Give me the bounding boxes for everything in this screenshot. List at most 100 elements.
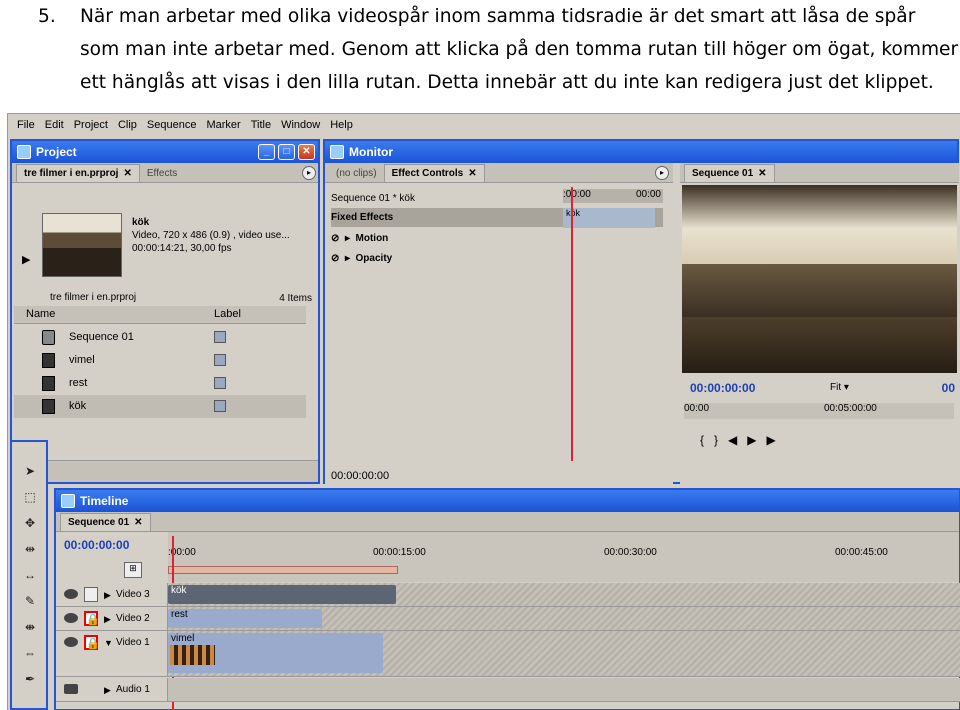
tab-close-icon[interactable]: ✕	[758, 168, 766, 179]
play-icon: ▶	[747, 433, 767, 447]
track-select-tool-icon[interactable]: ⬚	[19, 488, 41, 506]
clip-info: kök Video, 720 x 486 (0.9) , video use..…	[132, 217, 290, 254]
tab-sequence-01[interactable]: Sequence 01 ✕	[684, 164, 775, 182]
panel-menu-icon[interactable]: ▸	[655, 166, 669, 180]
premiere-screenshot: File Edit Project Clip Sequence Marker T…	[7, 113, 960, 710]
snap-icon[interactable]: ⊞	[124, 562, 142, 578]
rate-stretch-tool-icon[interactable]: ↔	[19, 566, 41, 584]
timeline-window-icon	[61, 494, 75, 508]
razor-tool-icon[interactable]: ✎	[19, 592, 41, 610]
lock-icon[interactable]: 🔒	[84, 635, 100, 650]
menu-marker[interactable]: Marker	[201, 119, 245, 131]
play-thumb-icon[interactable]: ▶	[22, 253, 30, 266]
menu-title[interactable]: Title	[246, 119, 276, 131]
toggle-effect-icon: ⊘	[331, 233, 340, 244]
ripple-edit-tool-icon[interactable]: ✥	[19, 514, 41, 532]
menu-project[interactable]: Project	[69, 119, 113, 131]
tools-palette: ➤ ⬚ ✥ ⇹ ↔ ✎ ⇼ ⇔ ✒	[10, 440, 48, 710]
slip-tool-icon[interactable]: ⇼	[19, 618, 41, 636]
pen-tool-icon[interactable]: ✒	[19, 670, 41, 688]
timeline-titlebar: Timeline	[56, 490, 959, 512]
menu-clip[interactable]: Clip	[113, 119, 142, 131]
list-header: Name Label	[14, 306, 306, 324]
tab-timeline-sequence[interactable]: Sequence 01 ✕	[60, 513, 151, 531]
project-window-icon	[17, 145, 31, 159]
tab-close-icon[interactable]: ✕	[134, 517, 142, 528]
clip-vimel[interactable]: vimel	[168, 633, 383, 673]
panel-menu-icon[interactable]: ▸	[302, 166, 316, 180]
program-monitor-panel: Sequence 01 ✕ 00:00:00:00 Fit ▾ 00 00:00 0…	[680, 163, 959, 484]
close-icon[interactable]: ✕	[298, 144, 315, 160]
expand-triangle-icon[interactable]: ▶	[104, 685, 111, 696]
menu-help[interactable]: Help	[325, 119, 358, 131]
eye-icon[interactable]	[64, 589, 78, 599]
ec-time-ruler: :00:00 00:00	[563, 189, 663, 203]
menu-sequence[interactable]: Sequence	[142, 119, 202, 131]
ec-timecode[interactable]: 00:00:00:00	[331, 470, 389, 482]
program-timecode[interactable]: 00:00:00:00	[690, 381, 755, 395]
track-video-3: ▶ Video 3 kök	[56, 583, 960, 607]
label-swatch	[214, 331, 226, 343]
motion-row[interactable]: ⊘ ▸ Motion	[331, 229, 663, 248]
list-item[interactable]: vimel	[14, 349, 306, 372]
film-icon	[42, 376, 55, 391]
timeline-tabs: Sequence 01 ✕	[56, 512, 959, 532]
list-item[interactable]: Sequence 01	[14, 326, 306, 349]
lock-icon[interactable]: 🔒	[84, 611, 100, 626]
clip-kok[interactable]: kök	[168, 585, 396, 604]
eye-icon[interactable]	[64, 637, 78, 647]
tab-effect-controls[interactable]: Effect Controls ✕	[383, 164, 485, 182]
list-item[interactable]: rest	[14, 372, 306, 395]
step-back-icon: ◀	[728, 433, 748, 447]
tab-project-file[interactable]: tre filmer i en.prproj ✕	[16, 164, 140, 182]
tab-close-icon[interactable]: ✕	[123, 168, 131, 179]
work-area-bar[interactable]	[168, 566, 398, 574]
monitor-tabs: (no clips) Effect Controls ✕	[325, 163, 673, 183]
lock-toggle-empty[interactable]	[84, 587, 98, 602]
speaker-icon[interactable]	[64, 684, 78, 694]
slide-tool-icon[interactable]: ⇔	[19, 644, 41, 662]
tab-effects[interactable]: Effects	[140, 164, 184, 182]
menu-file[interactable]: File	[12, 119, 40, 131]
expand-triangle-icon[interactable]: ▶	[104, 614, 111, 625]
toggle-effect-icon: ⊘	[331, 253, 340, 264]
maximize-icon[interactable]: □	[278, 144, 295, 160]
expand-triangle-icon[interactable]: ▶	[104, 590, 111, 601]
column-name[interactable]: Name	[26, 308, 55, 320]
list-item[interactable]: kök	[14, 395, 306, 418]
opacity-row[interactable]: ⊘ ▸ Opacity	[331, 249, 663, 268]
collapse-triangle-icon[interactable]: ▼	[104, 638, 113, 648]
column-label[interactable]: Label	[214, 308, 241, 320]
clip-rest[interactable]: rest	[168, 609, 322, 628]
timeline-title: Timeline	[80, 494, 129, 508]
film-icon	[42, 353, 55, 368]
menu-edit[interactable]: Edit	[40, 119, 69, 131]
instruction-paragraph: När man arbetar med olika videospår inom…	[80, 6, 959, 93]
transport-controls[interactable]: {}◀▶▶	[700, 433, 940, 473]
ec-playhead[interactable]	[571, 187, 573, 461]
timeline-window: Timeline Sequence 01 ✕ 00:00:00:00 ⊞ :00:…	[54, 488, 960, 710]
zoom-fit-select[interactable]: Fit ▾	[830, 382, 849, 393]
mark-out-icon: }	[714, 433, 729, 447]
project-toolbar	[12, 460, 318, 482]
tab-close-icon[interactable]: ✕	[468, 168, 476, 179]
timeline-timecode[interactable]: 00:00:00:00	[64, 538, 129, 552]
rolling-edit-tool-icon[interactable]: ⇹	[19, 540, 41, 558]
tab-no-clips[interactable]: (no clips)	[329, 164, 384, 182]
video-preview	[682, 185, 957, 373]
step-forward-icon: ▶	[766, 433, 786, 447]
mark-in-icon: {	[700, 433, 715, 447]
menu-window[interactable]: Window	[276, 119, 325, 131]
project-titlebar: Project _ □ ✕	[12, 141, 318, 163]
film-icon	[42, 399, 55, 414]
minimize-icon[interactable]: _	[258, 144, 275, 160]
selection-tool-icon[interactable]: ➤	[19, 462, 41, 480]
eye-icon[interactable]	[64, 613, 78, 623]
program-ruler[interactable]: 00:00 00:05:00:00	[684, 403, 954, 419]
sequence-tabs: Sequence 01 ✕	[680, 163, 959, 183]
project-window: Project _ □ ✕ tre filmer i en.prproj ✕ Ef…	[10, 139, 320, 484]
sequence-icon	[42, 330, 55, 345]
timeline-ruler[interactable]: :00:00 00:00:15:00 00:00:30:00 00:00:45:…	[168, 532, 959, 582]
track-video-2: 🔒 ▶ Video 2 rest	[56, 607, 960, 631]
step-number: 5.	[38, 6, 56, 27]
